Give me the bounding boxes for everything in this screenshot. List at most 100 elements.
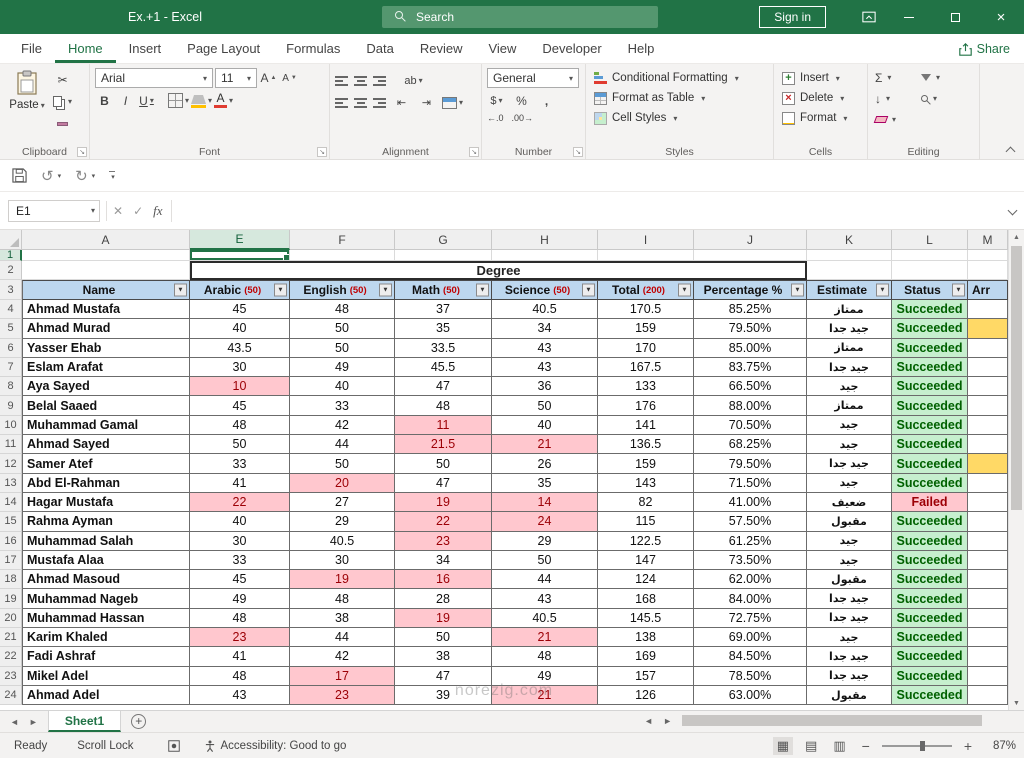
row-header-4[interactable]: 4 bbox=[0, 300, 22, 319]
cell-I8[interactable]: 133 bbox=[598, 377, 694, 396]
cell-I11[interactable]: 136.5 bbox=[598, 435, 694, 454]
row-header-14[interactable]: 14 bbox=[0, 493, 22, 512]
cell-G4[interactable]: 37 bbox=[395, 300, 492, 319]
cell-E24[interactable]: 43 bbox=[190, 686, 290, 705]
cell-I21[interactable]: 138 bbox=[598, 628, 694, 647]
cell-H13[interactable]: 35 bbox=[492, 474, 598, 493]
cell-J5[interactable]: 79.50% bbox=[694, 319, 807, 338]
cell-I16[interactable]: 122.5 bbox=[598, 532, 694, 551]
cell-G9[interactable]: 48 bbox=[395, 396, 492, 415]
cell-G7[interactable]: 45.5 bbox=[395, 358, 492, 377]
cell-A22[interactable]: Fadi Ashraf bbox=[22, 647, 190, 666]
align-right-icon[interactable] bbox=[373, 98, 386, 108]
cell-G15[interactable]: 22 bbox=[395, 512, 492, 531]
column-header-A[interactable]: A bbox=[22, 230, 190, 250]
confirm-entry-icon[interactable]: ✓ bbox=[133, 204, 143, 218]
insert-function-button[interactable]: fx bbox=[153, 203, 162, 219]
cell-G24[interactable]: 39 bbox=[395, 686, 492, 705]
cell-A6[interactable]: Yasser Ehab bbox=[22, 339, 190, 358]
cell-F1[interactable] bbox=[290, 250, 395, 261]
cell-F23[interactable]: 17 bbox=[290, 667, 395, 686]
cell-J4[interactable]: 85.25% bbox=[694, 300, 807, 319]
row-header-12[interactable]: 12 bbox=[0, 454, 22, 473]
name-box[interactable]: E1▾ bbox=[8, 200, 100, 222]
cell-M14[interactable] bbox=[968, 493, 1008, 512]
cell-M9[interactable] bbox=[968, 396, 1008, 415]
formula-input[interactable] bbox=[171, 200, 1003, 222]
filter-dropdown-icon-H[interactable]: ▼ bbox=[582, 284, 595, 297]
filter-dropdown-icon-E[interactable]: ▼ bbox=[274, 284, 287, 297]
maximize-button[interactable] bbox=[932, 0, 978, 34]
cell-E4[interactable]: 45 bbox=[190, 300, 290, 319]
cell-I24[interactable]: 126 bbox=[598, 686, 694, 705]
sheet-nav-left-icon[interactable]: ◄ bbox=[10, 717, 19, 727]
cell-M1[interactable] bbox=[968, 250, 1008, 261]
sheet-nav-right-icon[interactable]: ► bbox=[29, 717, 38, 727]
cell-J21[interactable]: 69.00% bbox=[694, 628, 807, 647]
cell-H22[interactable]: 48 bbox=[492, 647, 598, 666]
cell-J22[interactable]: 84.50% bbox=[694, 647, 807, 666]
column-header-G[interactable]: G bbox=[395, 230, 492, 250]
cell-M18[interactable] bbox=[968, 570, 1008, 589]
cell-H20[interactable]: 40.5 bbox=[492, 609, 598, 628]
cell-I19[interactable]: 168 bbox=[598, 589, 694, 608]
degree-merged-cell[interactable]: Degree bbox=[190, 261, 807, 280]
row-header-17[interactable]: 17 bbox=[0, 551, 22, 570]
cell-G16[interactable]: 23 bbox=[395, 532, 492, 551]
menu-tab-page-layout[interactable]: Page Layout bbox=[174, 34, 273, 63]
cell-A23[interactable]: Mikel Adel bbox=[22, 667, 190, 686]
decrease-decimal-button[interactable]: .00→ bbox=[512, 113, 534, 123]
copy-button[interactable]: ▾ bbox=[53, 92, 72, 111]
cell-H11[interactable]: 21 bbox=[492, 435, 598, 454]
menu-tab-home[interactable]: Home bbox=[55, 34, 116, 63]
accessibility-status[interactable]: Accessibility: Good to go bbox=[204, 740, 347, 752]
cell-K14[interactable]: ضعيف bbox=[807, 493, 892, 512]
vertical-scroll-thumb[interactable] bbox=[1011, 246, 1022, 510]
menu-tab-review[interactable]: Review bbox=[407, 34, 476, 63]
align-bottom-icon[interactable] bbox=[373, 76, 386, 86]
cell-K13[interactable]: جيد bbox=[807, 474, 892, 493]
cell-K23[interactable]: جيد جدا bbox=[807, 667, 892, 686]
cell-E10[interactable]: 48 bbox=[190, 416, 290, 435]
cell-L22[interactable]: Succeeded bbox=[892, 647, 968, 666]
cell-I7[interactable]: 167.5 bbox=[598, 358, 694, 377]
cell-F12[interactable]: 50 bbox=[290, 454, 395, 473]
cell-M20[interactable] bbox=[968, 609, 1008, 628]
cell-A9[interactable]: Belal Saaed bbox=[22, 396, 190, 415]
menu-tab-data[interactable]: Data bbox=[353, 34, 406, 63]
grow-font-button[interactable]: A▲ bbox=[259, 69, 278, 88]
row-header-13[interactable]: 13 bbox=[0, 474, 22, 493]
column-header-I[interactable]: I bbox=[598, 230, 694, 250]
percent-style-button[interactable]: % bbox=[512, 91, 531, 110]
row-header-21[interactable]: 21 bbox=[0, 628, 22, 647]
cell-K17[interactable]: جيد bbox=[807, 551, 892, 570]
cell-H21[interactable]: 21 bbox=[492, 628, 598, 647]
cell-I18[interactable]: 124 bbox=[598, 570, 694, 589]
cell-H23[interactable]: 49 bbox=[492, 667, 598, 686]
cell-I17[interactable]: 147 bbox=[598, 551, 694, 570]
cell-G6[interactable]: 33.5 bbox=[395, 339, 492, 358]
cell-F18[interactable]: 19 bbox=[290, 570, 395, 589]
scroll-down-icon[interactable]: ▼ bbox=[1009, 696, 1024, 710]
increase-decimal-button[interactable]: ←.0 bbox=[487, 113, 504, 123]
cell-I12[interactable]: 159 bbox=[598, 454, 694, 473]
cell-A12[interactable]: Samer Atef bbox=[22, 454, 190, 473]
increase-indent-button[interactable]: ⇥ bbox=[417, 93, 436, 112]
cell-J12[interactable]: 79.50% bbox=[694, 454, 807, 473]
sheet-tab-sheet1[interactable]: Sheet1 bbox=[48, 711, 121, 732]
cell-H8[interactable]: 36 bbox=[492, 377, 598, 396]
cell-K20[interactable]: جيد جدا bbox=[807, 609, 892, 628]
header-total[interactable]: Total(200)▼ bbox=[598, 280, 694, 300]
cell-A8[interactable]: Aya Sayed bbox=[22, 377, 190, 396]
cell-H24[interactable]: 21 bbox=[492, 686, 598, 705]
header-science[interactable]: Science(50)▼ bbox=[492, 280, 598, 300]
font-name-combo[interactable]: Arial▾ bbox=[95, 68, 213, 88]
cell-E22[interactable]: 41 bbox=[190, 647, 290, 666]
cell-M2[interactable] bbox=[968, 261, 1008, 280]
menu-tab-help[interactable]: Help bbox=[615, 34, 668, 63]
clipboard-dialog-launcher[interactable]: ↘ bbox=[77, 147, 87, 157]
cell-E7[interactable]: 30 bbox=[190, 358, 290, 377]
cell-J10[interactable]: 70.50% bbox=[694, 416, 807, 435]
cell-A13[interactable]: Abd El-Rahman bbox=[22, 474, 190, 493]
share-button[interactable]: Share bbox=[959, 34, 1010, 64]
